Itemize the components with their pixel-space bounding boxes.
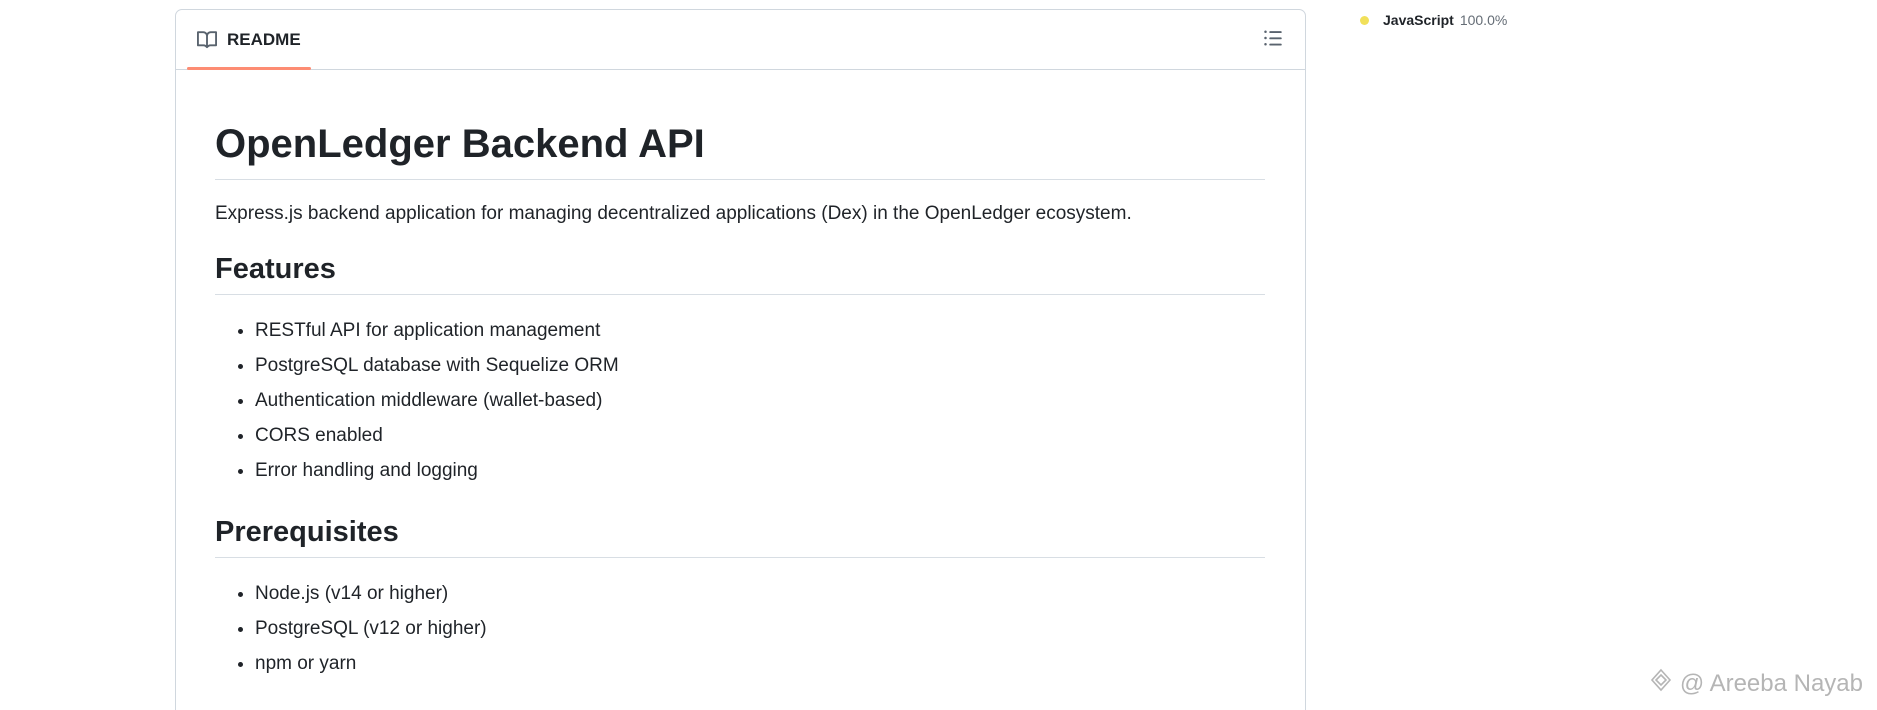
readme-tab-label: README xyxy=(227,29,301,49)
readme-panel: README OpenLedger Backend API Express.js… xyxy=(175,9,1306,710)
language-percent: 100.0% xyxy=(1459,12,1508,28)
language-item-javascript[interactable]: JavaScript 100.0% xyxy=(1360,12,1507,28)
list-item: CORS enabled xyxy=(255,426,1265,445)
book-icon xyxy=(197,30,217,50)
list-unordered-icon xyxy=(1263,28,1283,53)
outline-button[interactable] xyxy=(1261,28,1285,52)
logo-icon xyxy=(1648,667,1674,700)
list-item: Authentication middleware (wallet-based) xyxy=(255,391,1265,410)
watermark: @ Areeba Nayab xyxy=(1648,667,1863,700)
readme-title: OpenLedger Backend API xyxy=(215,70,1265,180)
prerequisites-list: Node.js (v14 or higher) PostgreSQL (v12 … xyxy=(215,584,1265,673)
features-list: RESTful API for application management P… xyxy=(215,321,1265,480)
language-color-dot xyxy=(1360,15,1369,25)
prerequisites-heading: Prerequisites xyxy=(215,518,1265,558)
list-item: PostgreSQL database with Sequelize ORM xyxy=(255,356,1265,375)
readme-tab[interactable]: README xyxy=(187,10,311,70)
features-heading: Features xyxy=(215,255,1265,295)
readme-content: OpenLedger Backend API Express.js backen… xyxy=(176,70,1305,673)
list-item: Node.js (v14 or higher) xyxy=(255,584,1265,603)
list-item: npm or yarn xyxy=(255,654,1265,673)
page: README OpenLedger Backend API Express.js… xyxy=(0,0,1877,710)
readme-header: README xyxy=(176,10,1305,70)
list-item: PostgreSQL (v12 or higher) xyxy=(255,619,1265,638)
list-item: RESTful API for application management xyxy=(255,321,1265,340)
readme-description: Express.js backend application for manag… xyxy=(215,203,1132,224)
watermark-text: @ Areeba Nayab xyxy=(1679,669,1863,697)
list-item: Error handling and logging xyxy=(255,461,1265,480)
language-name: JavaScript xyxy=(1383,12,1454,28)
